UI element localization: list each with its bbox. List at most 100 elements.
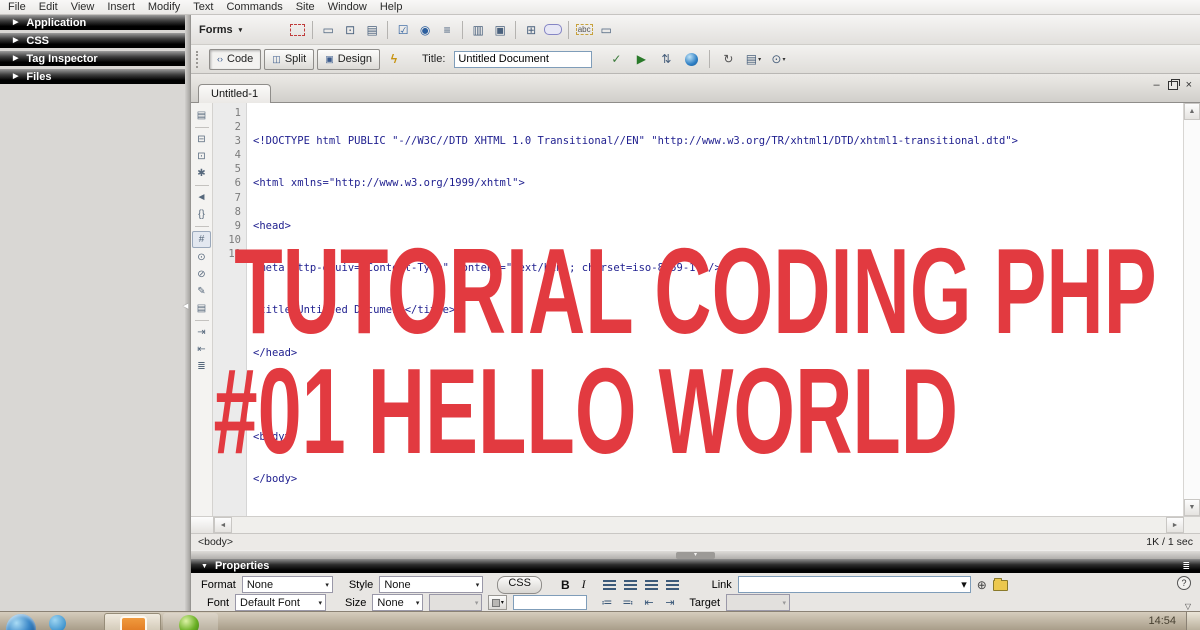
menu-item-window[interactable]: Window: [328, 1, 367, 13]
outdent-code-icon[interactable]: ⇤: [193, 342, 210, 357]
button-field-icon[interactable]: [542, 20, 564, 39]
expander-icon: ▶: [13, 19, 19, 26]
panel-group-files[interactable]: ▶ Files: [0, 69, 185, 84]
recent-snippets-icon[interactable]: ▤: [193, 301, 210, 316]
visual-aids-icon[interactable]: ⊙ ▾: [767, 50, 789, 69]
scroll-right-icon[interactable]: ►: [1166, 517, 1184, 533]
document-tab[interactable]: Untitled-1: [198, 84, 272, 103]
file-field-icon[interactable]: ⊞: [520, 20, 542, 39]
italic-button[interactable]: I: [579, 577, 589, 592]
form-icon[interactable]: [286, 20, 308, 39]
size-select[interactable]: None ▾: [372, 594, 424, 611]
text-outdent-icon[interactable]: ⇤: [641, 596, 656, 609]
remove-comment-icon[interactable]: ⊘: [193, 267, 210, 282]
menu-item-site[interactable]: Site: [296, 1, 315, 13]
text-color-input[interactable]: [513, 595, 588, 610]
panel-group-application[interactable]: ▶ Application: [0, 15, 185, 30]
vertical-scrollbar[interactable]: ▲ ▼: [1183, 103, 1200, 516]
select-parent-tag-icon[interactable]: ◄: [193, 190, 210, 205]
minimize-button[interactable]: –: [1153, 79, 1159, 91]
scroll-down-icon[interactable]: ▼: [1184, 499, 1200, 516]
toolbar-grip[interactable]: [196, 50, 201, 68]
design-view-button[interactable]: ▣ Design: [317, 48, 380, 70]
insert-category-label: Forms: [199, 23, 233, 36]
preview-globe-icon[interactable]: [680, 50, 702, 69]
expand-more-icon[interactable]: ▽: [1185, 602, 1191, 611]
text-field-icon[interactable]: ▭: [317, 20, 339, 39]
live-data-icon[interactable]: ϟ: [383, 50, 405, 69]
align-left-icon[interactable]: [602, 579, 616, 590]
menu-item-view[interactable]: View: [71, 1, 95, 13]
hidden-field-icon[interactable]: ⊡: [339, 20, 361, 39]
label-field-icon[interactable]: abc: [573, 20, 595, 39]
panel-group-css[interactable]: ▶ CSS: [0, 33, 185, 48]
panel-splitter[interactable]: ▾: [191, 550, 1200, 559]
text-color-swatch[interactable]: ▾: [488, 595, 508, 610]
align-justify-icon[interactable]: [665, 579, 679, 590]
image-field-icon[interactable]: ▣: [489, 20, 511, 39]
expand-all-icon[interactable]: ✱: [193, 166, 210, 181]
point-to-file-icon[interactable]: ⊕: [977, 578, 987, 592]
taskbar-item-green-app[interactable]: [163, 613, 218, 630]
taskbar-item-active-app[interactable]: [104, 613, 161, 630]
title-input[interactable]: [454, 50, 593, 68]
view-options-icon[interactable]: ▤ ▾: [742, 50, 764, 69]
format-select[interactable]: None ▾: [241, 576, 333, 593]
wrap-tag-icon[interactable]: ✎: [193, 284, 210, 299]
show-desktop-button[interactable]: [1186, 612, 1200, 630]
collapse-selection-icon[interactable]: ⊡: [193, 149, 210, 164]
file-management-icon[interactable]: ⇅: [655, 50, 677, 69]
list-menu-icon[interactable]: ≡: [436, 20, 458, 39]
menu-item-file[interactable]: File: [8, 1, 26, 13]
unordered-list-icon[interactable]: ≔: [599, 596, 614, 609]
menu-item-edit[interactable]: Edit: [39, 1, 58, 13]
css-button[interactable]: CSS: [497, 575, 542, 594]
horizontal-scrollbar[interactable]: ◄ ►: [191, 516, 1200, 533]
panel-menu-icon[interactable]: ≣: [1182, 561, 1190, 572]
fieldset-icon[interactable]: ▭: [595, 20, 617, 39]
text-indent-icon[interactable]: ⇥: [662, 596, 677, 609]
insert-category-menu[interactable]: Forms ▾: [199, 24, 242, 36]
balance-braces-icon[interactable]: {}: [193, 207, 210, 222]
help-button[interactable]: ?: [1177, 576, 1191, 590]
scroll-up-icon[interactable]: ▲: [1184, 103, 1200, 120]
menu-item-modify[interactable]: Modify: [148, 1, 180, 13]
open-documents-icon[interactable]: ▤: [193, 108, 210, 123]
jump-menu-icon[interactable]: ▥: [467, 20, 489, 39]
properties-header[interactable]: ▼ Properties ≣: [191, 559, 1200, 573]
menu-item-text[interactable]: Text: [193, 1, 213, 13]
style-select[interactable]: None ▾: [379, 576, 484, 593]
refresh-icon[interactable]: ↻: [717, 50, 739, 69]
close-button[interactable]: ×: [1186, 79, 1192, 91]
code-view-button[interactable]: ‹› Code: [209, 48, 262, 70]
ordered-list-icon[interactable]: ≕: [620, 596, 635, 609]
scroll-left-icon[interactable]: ◄: [214, 517, 232, 533]
tag-selector[interactable]: <body>: [198, 536, 233, 548]
check-browser-compatibility-icon[interactable]: ✓: [605, 50, 627, 69]
split-view-button[interactable]: ◫ Split: [264, 48, 315, 70]
font-select[interactable]: Default Font ▾: [235, 594, 327, 611]
code-editor[interactable]: <!DOCTYPE html PUBLIC "-//W3C//DTD XHTML…: [247, 103, 1183, 516]
preview-debug-icon[interactable]: ▶: [630, 50, 652, 69]
checkbox-icon[interactable]: ☑: [392, 20, 414, 39]
textarea-icon[interactable]: ▤: [361, 20, 383, 39]
taskbar-item-blue-app-icon[interactable]: [49, 615, 66, 630]
link-input[interactable]: ▾: [737, 576, 971, 593]
collapse-full-tag-icon[interactable]: ⊟: [193, 132, 210, 147]
align-center-icon[interactable]: [623, 579, 637, 590]
menu-item-commands[interactable]: Commands: [226, 1, 282, 13]
bold-button[interactable]: B: [558, 578, 573, 592]
menu-item-insert[interactable]: Insert: [107, 1, 135, 13]
browse-folder-icon[interactable]: [992, 578, 1008, 591]
restore-button[interactable]: [1167, 78, 1180, 90]
radio-button-icon[interactable]: ◉: [414, 20, 436, 39]
menu-item-help[interactable]: Help: [380, 1, 403, 13]
apply-comment-icon[interactable]: ⊙: [193, 250, 210, 265]
scrollbar-track[interactable]: [232, 517, 1166, 533]
start-button[interactable]: [6, 614, 36, 630]
panel-group-tag-inspector[interactable]: ▶ Tag Inspector: [0, 51, 185, 66]
line-numbers-icon[interactable]: #: [192, 231, 211, 248]
indent-code-icon[interactable]: ⇥: [193, 325, 210, 340]
align-right-icon[interactable]: [644, 579, 658, 590]
format-source-code-icon[interactable]: ≣: [193, 359, 210, 374]
